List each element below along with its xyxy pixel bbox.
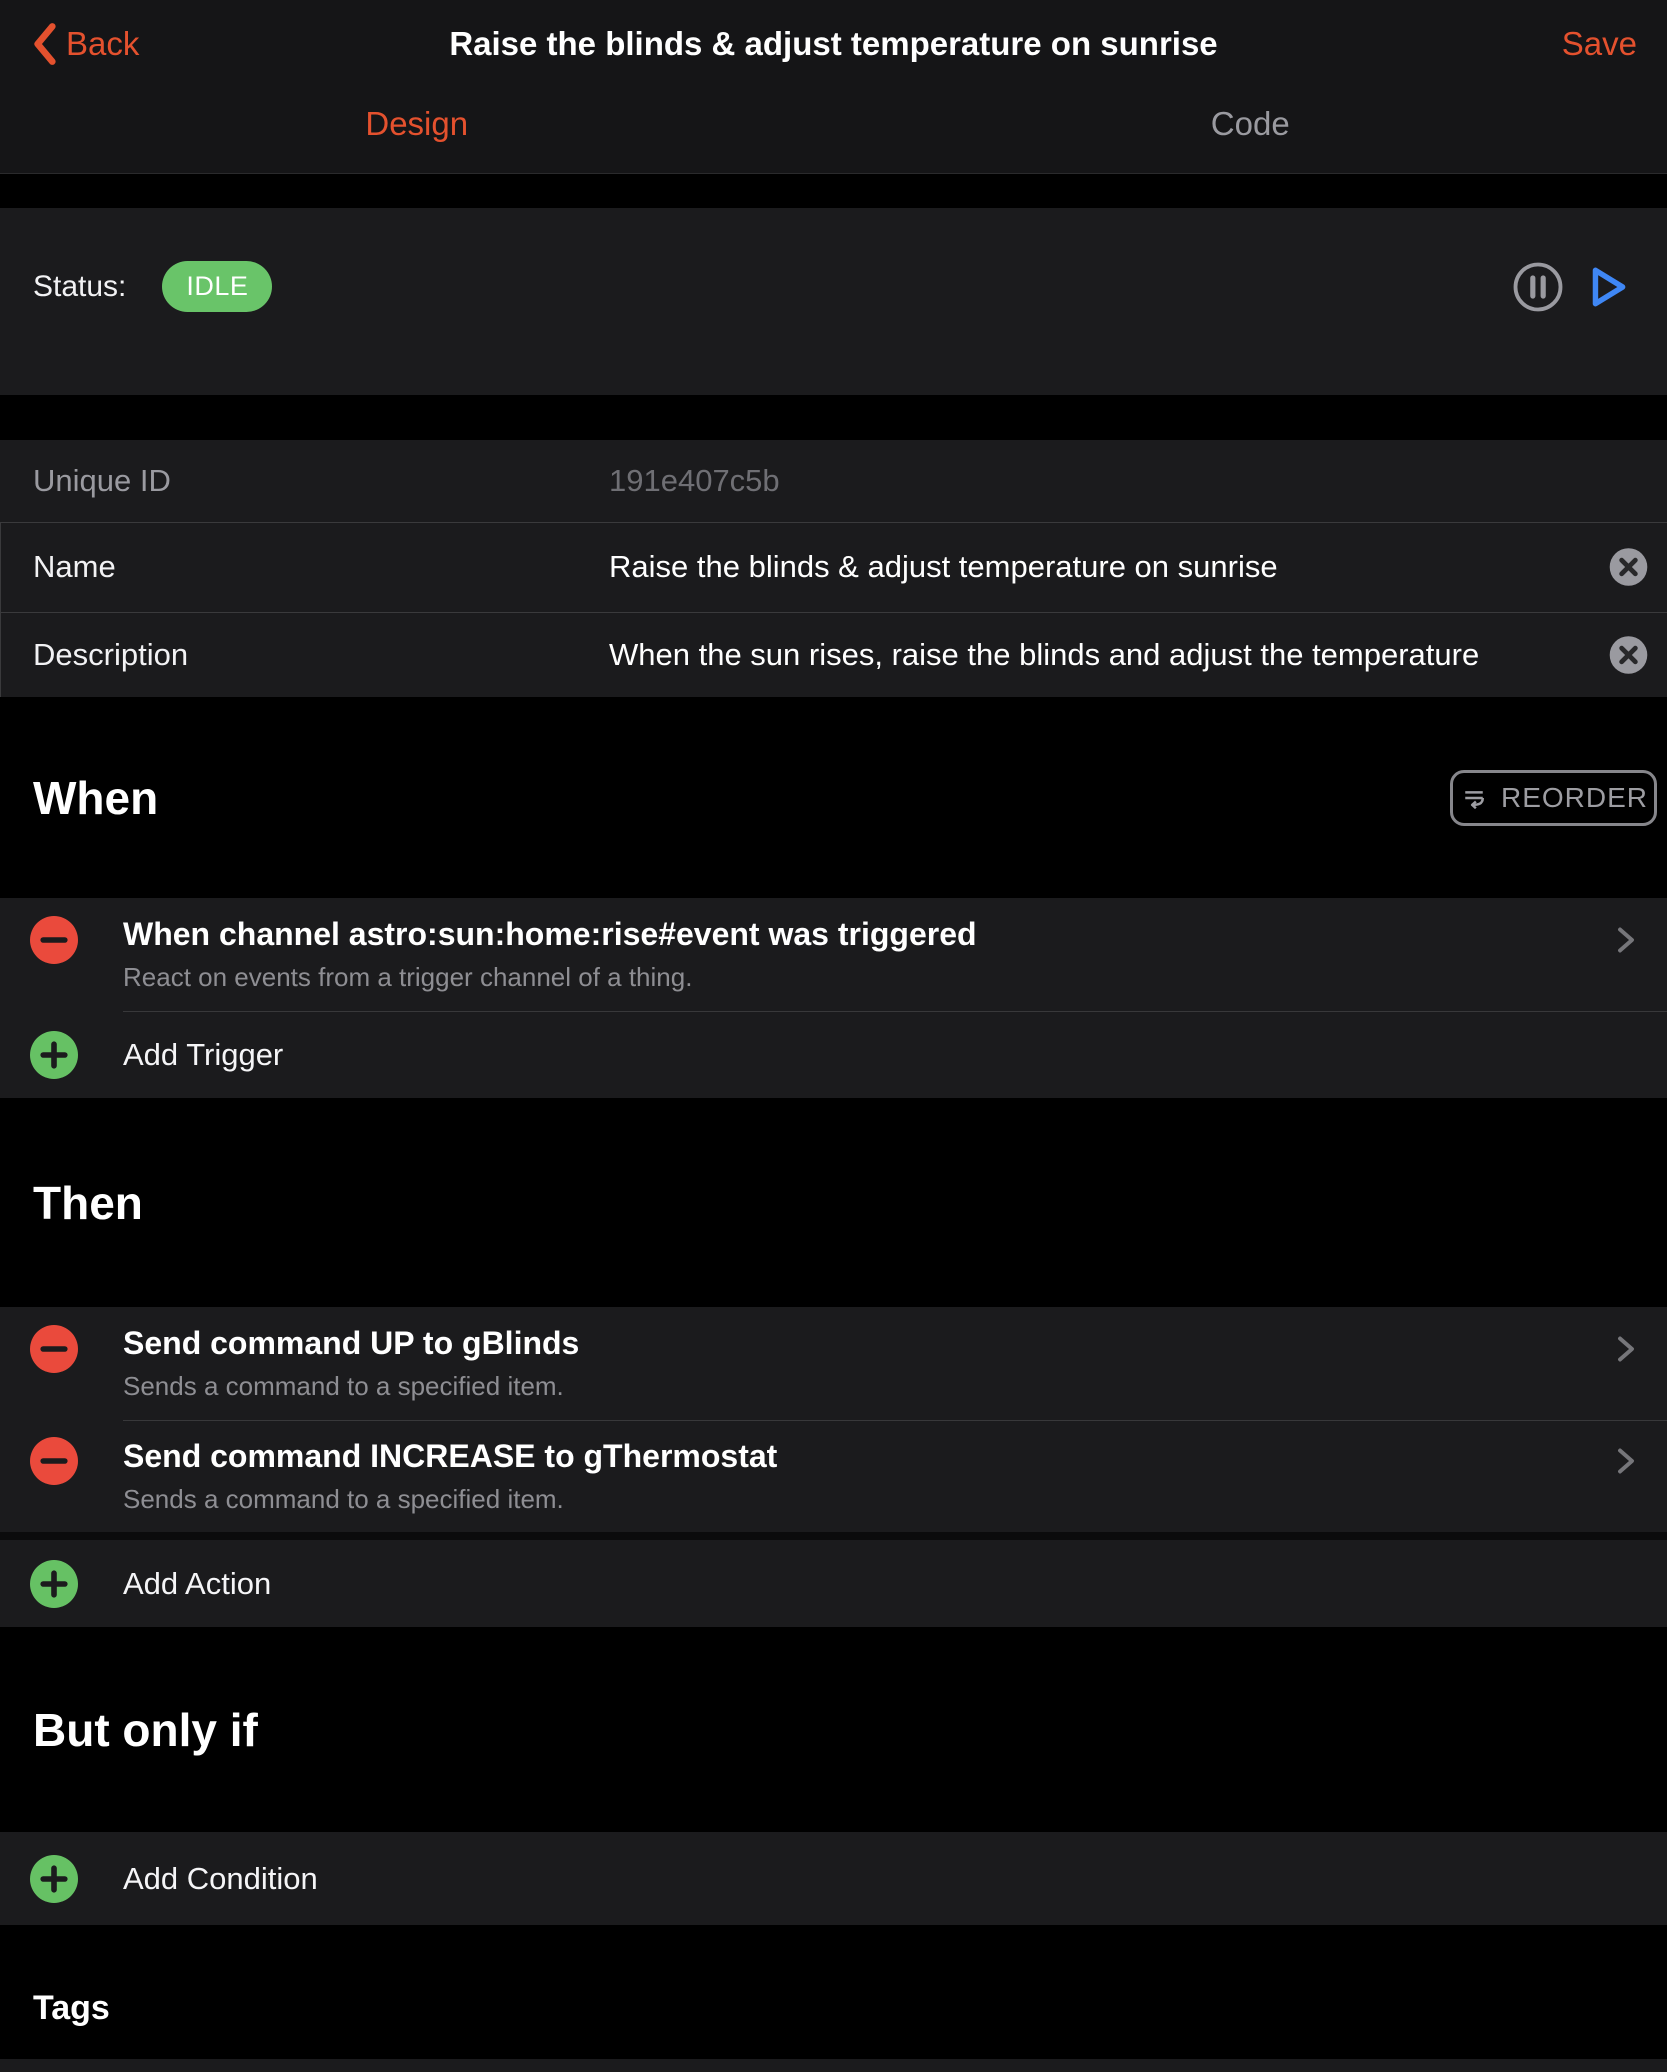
- status-card: Status: IDLE: [0, 208, 1667, 395]
- then-section-header: Then: [0, 1098, 1667, 1307]
- plus-circle-icon: [30, 1031, 78, 1079]
- divider: [123, 1420, 1667, 1421]
- play-icon: [1585, 261, 1631, 313]
- tab-code[interactable]: Code: [834, 88, 1667, 160]
- divider: [0, 1532, 1667, 1540]
- but-only-if-section-header: But only if: [0, 1627, 1667, 1832]
- minus-circle-icon: [30, 1437, 78, 1485]
- actions-card: Send command UP to gBlinds Sends a comma…: [0, 1307, 1667, 1627]
- name-label: Name: [33, 549, 609, 585]
- trigger-title: When channel astro:sun:home:rise#event w…: [123, 916, 1597, 953]
- description-clear-button[interactable]: [1608, 634, 1649, 675]
- unique-id-label: Unique ID: [33, 463, 609, 499]
- action-title: Send command UP to gBlinds: [123, 1325, 1597, 1362]
- add-trigger-button[interactable]: [30, 1031, 78, 1079]
- divider: [123, 1011, 1667, 1012]
- action-row[interactable]: Send command INCREASE to gThermostat Sen…: [0, 1420, 1667, 1532]
- description-row: Description: [0, 612, 1667, 697]
- add-condition-row[interactable]: Add Condition: [0, 1832, 1667, 1925]
- clear-icon: [1608, 547, 1649, 588]
- status-badge: IDLE: [162, 261, 272, 312]
- navbar: Back Raise the blinds & adjust temperatu…: [0, 0, 1667, 174]
- back-button[interactable]: Back: [30, 22, 139, 66]
- add-action-row[interactable]: Add Action: [0, 1540, 1667, 1627]
- status-actions: [1511, 260, 1631, 314]
- description-label: Description: [33, 637, 609, 673]
- when-section-header: When REORDER: [0, 697, 1667, 898]
- name-field[interactable]: [609, 549, 1595, 585]
- status-label: Status:: [33, 270, 126, 304]
- reorder-button[interactable]: REORDER: [1450, 770, 1657, 826]
- chevron-right-icon: [1611, 1443, 1641, 1479]
- unique-id-value: 191e407c5b: [609, 463, 1595, 499]
- tab-design[interactable]: Design: [0, 88, 834, 160]
- pause-icon: [1511, 260, 1565, 314]
- delete-action-button[interactable]: [30, 1325, 78, 1373]
- trigger-row[interactable]: When channel astro:sun:home:rise#event w…: [0, 898, 1667, 1011]
- conditions-card: Add Condition: [0, 1832, 1667, 1925]
- action-row[interactable]: Send command UP to gBlinds Sends a comma…: [0, 1307, 1667, 1420]
- delete-action-button[interactable]: [30, 1437, 78, 1485]
- clear-icon: [1608, 634, 1649, 675]
- chevron-right-icon: [1611, 1331, 1641, 1367]
- chevron-right-icon: [1611, 922, 1641, 958]
- back-label: Back: [66, 25, 139, 63]
- add-trigger-label: Add Trigger: [123, 1037, 1597, 1073]
- save-button[interactable]: Save: [1562, 25, 1637, 63]
- reorder-label: REORDER: [1501, 782, 1648, 814]
- delete-trigger-button[interactable]: [30, 916, 78, 964]
- add-trigger-row[interactable]: Add Trigger: [0, 1011, 1667, 1098]
- but-only-if-title: But only if: [33, 1703, 258, 1757]
- page-title: Raise the blinds & adjust temperature on…: [120, 25, 1547, 63]
- add-condition-button[interactable]: [30, 1855, 78, 1903]
- navbar-row: Back Raise the blinds & adjust temperatu…: [0, 0, 1667, 88]
- then-title: Then: [33, 1176, 143, 1230]
- minus-circle-icon: [30, 916, 78, 964]
- back-chevron-icon: [30, 22, 60, 66]
- plus-circle-icon: [30, 1855, 78, 1903]
- add-action-button[interactable]: [30, 1560, 78, 1608]
- pause-button[interactable]: [1511, 260, 1565, 314]
- trigger-subtitle: React on events from a trigger channel o…: [123, 962, 1597, 993]
- description-field[interactable]: [609, 637, 1595, 673]
- add-condition-label: Add Condition: [123, 1861, 1597, 1897]
- tags-card: [0, 2059, 1667, 2072]
- minus-circle-icon: [30, 1325, 78, 1373]
- rule-editor-screen: Back Raise the blinds & adjust temperatu…: [0, 0, 1667, 2072]
- when-title: When: [33, 771, 158, 825]
- reorder-icon: [1459, 783, 1489, 813]
- add-action-label: Add Action: [123, 1566, 1597, 1602]
- triggers-card: When channel astro:sun:home:rise#event w…: [0, 898, 1667, 1098]
- unique-id-row: Unique ID 191e407c5b: [0, 440, 1667, 522]
- name-clear-button[interactable]: [1608, 547, 1649, 588]
- rule-properties-card: Unique ID 191e407c5b Name Description: [0, 440, 1667, 697]
- name-row: Name: [0, 522, 1667, 612]
- action-subtitle: Sends a command to a specified item.: [123, 1371, 1597, 1402]
- action-title: Send command INCREASE to gThermostat: [123, 1438, 1597, 1475]
- action-subtitle: Sends a command to a specified item.: [123, 1484, 1597, 1515]
- tags-title: Tags: [33, 1989, 110, 2028]
- tab-bar: Design Code: [0, 88, 1667, 160]
- run-button[interactable]: [1585, 261, 1631, 313]
- tags-section-header: Tags: [0, 1958, 1667, 2059]
- plus-circle-icon: [30, 1560, 78, 1608]
